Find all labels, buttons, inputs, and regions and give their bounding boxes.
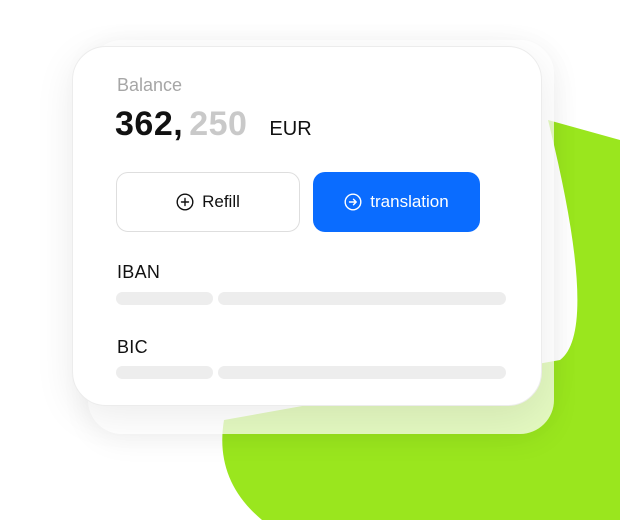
stage: Balance 362, 250 EUR Refill translation … xyxy=(0,0,620,520)
translation-button-label: translation xyxy=(370,192,449,211)
balance-card: Balance 362, 250 EUR Refill translation … xyxy=(72,46,542,406)
iban-label: IBAN xyxy=(117,262,161,282)
bic-label: BIC xyxy=(117,337,148,357)
iban-value-placeholder-long xyxy=(218,292,506,305)
iban-value-placeholder-short xyxy=(116,292,213,305)
amount-main: 362, xyxy=(115,105,184,143)
currency-label: EUR xyxy=(269,118,312,140)
refill-button-label: Refill xyxy=(202,192,240,211)
amount-cents: 250 xyxy=(189,105,248,143)
translation-button[interactable]: translation xyxy=(313,172,480,232)
arrow-right-circle-icon xyxy=(344,193,362,211)
bic-value-placeholder-short xyxy=(116,366,213,379)
bic-value-placeholder-long xyxy=(218,366,506,379)
balance-label: Balance xyxy=(117,75,183,95)
plus-circle-icon xyxy=(176,193,194,211)
balance-amount: 362, 250 EUR xyxy=(115,105,312,144)
refill-button[interactable]: Refill xyxy=(116,172,300,232)
